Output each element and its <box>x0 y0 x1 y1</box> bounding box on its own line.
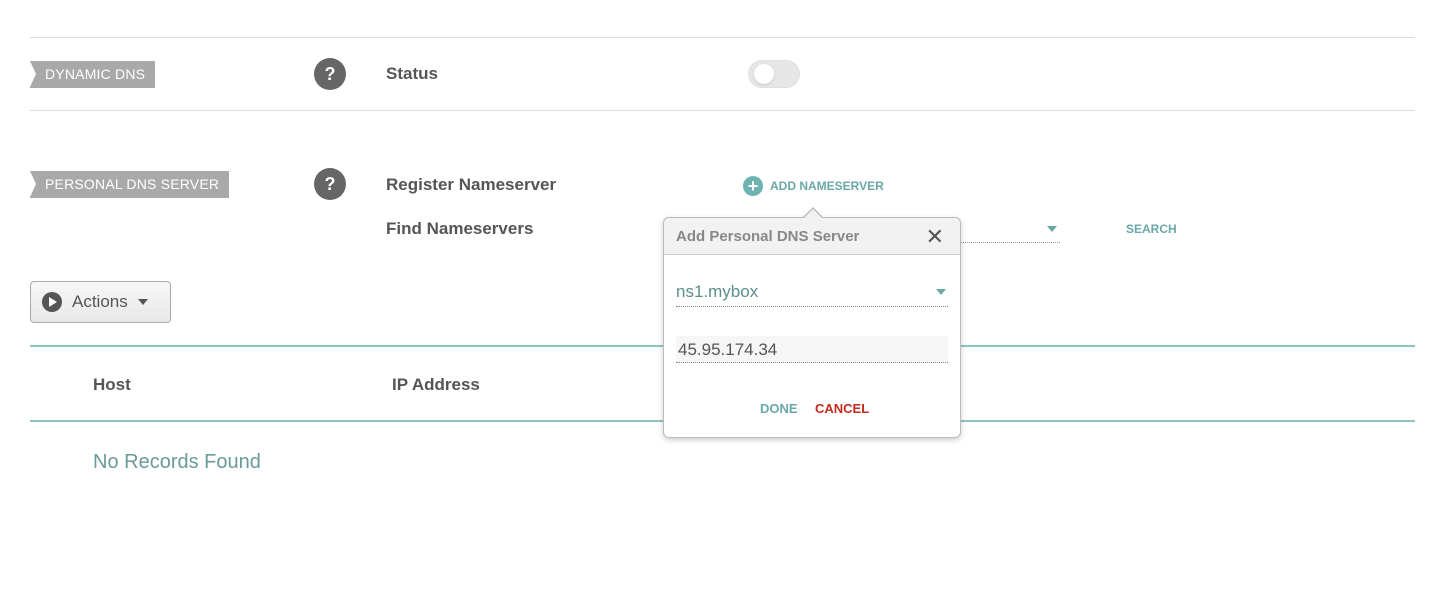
play-icon <box>42 292 62 312</box>
status-label: Status <box>386 64 438 83</box>
close-icon[interactable]: ✕ <box>926 224 944 250</box>
popup-arrow-inner <box>804 209 822 218</box>
ip-address-input[interactable]: 45.95.174.34 <box>676 336 948 363</box>
add-nameserver-label: ADD NAMESERVER <box>770 179 884 193</box>
actions-label: Actions <box>72 292 128 311</box>
popup-header: Add Personal DNS Server ✕ <box>664 218 960 255</box>
find-nameserver-select[interactable] <box>960 242 1060 243</box>
actions-button[interactable]: Actions <box>30 281 171 323</box>
chevron-down-icon <box>137 299 148 305</box>
dynamic-dns-tag: DYNAMIC DNS <box>30 61 156 88</box>
register-nameserver-label: Register Nameserver <box>386 175 557 194</box>
done-button[interactable]: DONE <box>760 401 798 416</box>
popup-title: Add Personal DNS Server <box>676 228 860 245</box>
plus-icon: + <box>743 176 763 196</box>
nameserver-value: ns1.mybox <box>676 282 759 301</box>
help-icon[interactable]: ? <box>314 58 346 90</box>
add-nameserver-button[interactable]: + ADD NAMESERVER <box>743 175 884 197</box>
column-header-ip[interactable]: IP Address <box>392 375 480 395</box>
chevron-down-icon[interactable] <box>1047 226 1057 232</box>
find-nameservers-label: Find Nameservers <box>386 219 534 238</box>
nameserver-select[interactable]: ns1.mybox <box>676 278 948 307</box>
help-icon[interactable]: ? <box>314 168 346 200</box>
empty-state-text: No Records Found <box>93 451 261 473</box>
personal-dns-tag: PERSONAL DNS SERVER <box>30 171 230 198</box>
dynamic-dns-divider <box>30 110 1415 111</box>
toggle-knob <box>754 64 774 84</box>
add-dns-server-popup: Add Personal DNS Server ✕ ns1.mybox 45.9… <box>663 207 961 438</box>
chevron-down-icon <box>936 289 946 295</box>
status-toggle[interactable] <box>748 60 800 88</box>
top-divider <box>30 37 1415 38</box>
cancel-button[interactable]: CANCEL <box>815 401 869 416</box>
column-header-host[interactable]: Host <box>93 375 131 395</box>
search-button[interactable]: SEARCH <box>1126 222 1177 236</box>
